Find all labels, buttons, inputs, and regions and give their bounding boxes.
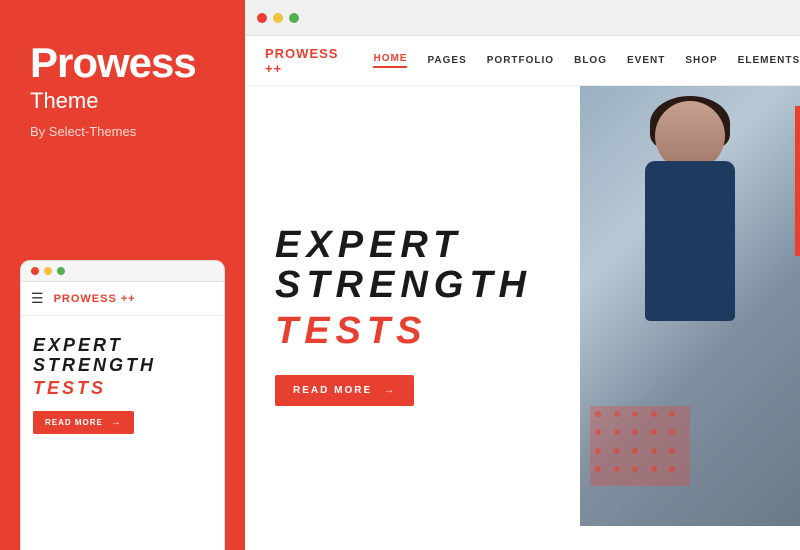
- mobile-hamburger-icon: ☰: [31, 290, 44, 307]
- site-hero: EXPERT STRENGTH TESTS READ MORE →: [245, 86, 800, 526]
- mobile-dot-red: [31, 267, 39, 275]
- nav-item-event[interactable]: EVENT: [627, 55, 665, 66]
- woman-body: [645, 161, 735, 321]
- mobile-hero-section: EXPERT STRENGTH TESTS READ MORE →: [21, 316, 224, 449]
- nav-item-home[interactable]: HOME: [373, 53, 407, 68]
- left-panel: Prowess Theme By Select-Themes ☰ PROWESS…: [0, 0, 245, 550]
- hero-left: EXPERT STRENGTH TESTS READ MORE →: [245, 86, 580, 526]
- mobile-dot-green: [57, 267, 65, 275]
- site-logo-suffix: ++: [265, 61, 282, 76]
- mobile-nav: ☰ PROWESS ++: [21, 282, 224, 316]
- mobile-headline-line2: STRENGTH: [33, 356, 212, 376]
- hero-btn-label: READ MORE: [293, 385, 372, 396]
- mobile-headline-line1: EXPERT: [33, 336, 212, 356]
- mobile-btn-label: READ MORE: [45, 418, 103, 427]
- mobile-read-more-button[interactable]: READ MORE →: [33, 411, 134, 434]
- mobile-mockup: ☰ PROWESS ++ EXPERT STRENGTH TESTS READ …: [20, 260, 225, 550]
- mobile-top-bar: [21, 261, 224, 282]
- theme-subtitle: Theme: [30, 88, 215, 114]
- prowess-title: Prowess: [30, 40, 215, 86]
- mobile-btn-arrow-icon: →: [111, 417, 122, 428]
- nav-item-elements[interactable]: ELEMENTS: [738, 55, 800, 66]
- nav-item-pages[interactable]: PAGES: [427, 55, 466, 66]
- hero-headline-accent: TESTS: [275, 310, 550, 353]
- mobile-headline-accent: TESTS: [33, 378, 212, 399]
- browser-dot-red: [257, 13, 267, 23]
- dot-pattern: [590, 406, 690, 486]
- nav-item-shop[interactable]: SHOP: [685, 55, 717, 66]
- hero-read-more-button[interactable]: READ MORE →: [275, 375, 414, 406]
- site-navigation: PROWESS ++ HOME PAGES PORTFOLIO BLOG EVE…: [245, 36, 800, 86]
- mobile-dot-yellow: [44, 267, 52, 275]
- right-panel: PROWESS ++ HOME PAGES PORTFOLIO BLOG EVE…: [245, 0, 800, 550]
- browser-bar: [245, 0, 800, 36]
- hero-image-area: [580, 86, 800, 526]
- browser-dot-green: [289, 13, 299, 23]
- theme-title: Prowess Theme: [30, 40, 215, 114]
- site-logo: PROWESS ++: [265, 46, 338, 76]
- hero-headline-line1: EXPERT: [275, 226, 550, 266]
- by-label: By Select-Themes: [30, 124, 215, 139]
- hero-btn-arrow-icon: →: [384, 385, 396, 396]
- mobile-logo: PROWESS ++: [54, 293, 136, 305]
- nav-item-portfolio[interactable]: PORTFOLIO: [487, 55, 554, 66]
- website-mockup: PROWESS ++ HOME PAGES PORTFOLIO BLOG EVE…: [245, 36, 800, 550]
- browser-dot-yellow: [273, 13, 283, 23]
- mobile-logo-suffix: ++: [117, 293, 136, 305]
- hero-headline-line2: STRENGTH: [275, 266, 550, 306]
- nav-item-blog[interactable]: BLOG: [574, 55, 607, 66]
- accent-bar: [795, 106, 800, 256]
